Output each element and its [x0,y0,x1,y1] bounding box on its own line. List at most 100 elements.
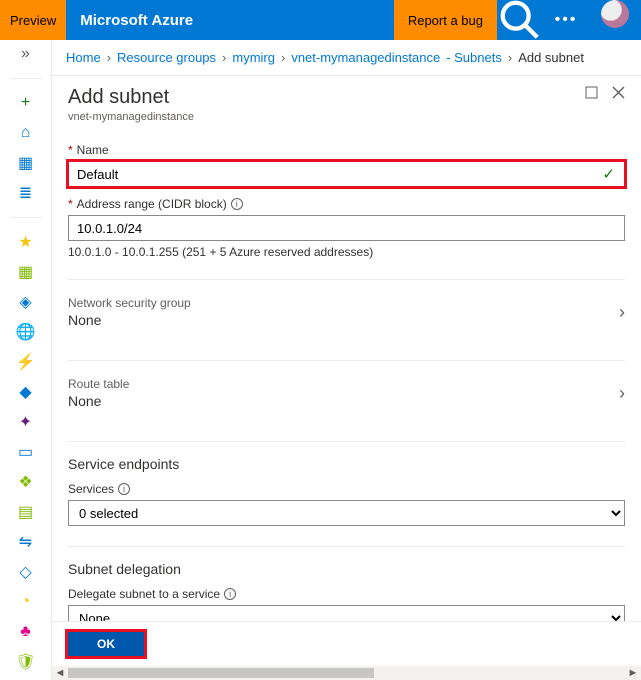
scroll-track[interactable] [68,666,625,680]
sql-icon: ◆ [19,382,31,402]
monitor-icon: ◔ [21,593,31,611]
cidr-hint: 10.0.1.0 - 10.0.1.255 (251 + 5 Azure res… [68,245,625,259]
collapse-button[interactable]: » [14,44,38,64]
crumb-subnets[interactable]: - Subnets [446,50,502,65]
aad-button[interactable]: ◇ [14,562,38,582]
crumb-rg[interactable]: mymirg [232,50,275,65]
subnet-delegation-header: Subnet delegation [68,561,625,577]
report-bug-button[interactable]: Report a bug [394,0,497,40]
dashboard-button[interactable]: ▦ [14,153,38,173]
route-table-label: Route table [68,377,129,391]
collapse-icon: » [21,45,30,63]
list-button[interactable]: ≣ [14,183,38,203]
scroll-left-icon[interactable]: ◄ [52,667,68,679]
horizontal-scrollbar[interactable]: ◄ ► [52,666,641,680]
chevron-right-icon: › [281,50,285,65]
ellipsis-icon: ••• [555,11,578,29]
divider [68,546,625,547]
bolt-icon: ⚡ [16,352,36,372]
blade-header: Add subnet vnet-mymanagedinstance [68,82,625,133]
search-icon [497,0,543,43]
more-button[interactable]: ••• [543,0,589,40]
delegate-label: Delegate subnet to a service i [68,587,625,601]
breadcrumb: Home › Resource groups › mymirg › vnet-m… [52,40,641,76]
name-input[interactable] [68,161,625,187]
list-icon: ≣ [19,183,32,203]
divider [68,441,625,442]
sql-button[interactable]: ◆ [14,382,38,402]
plus-icon: + [21,94,30,112]
network-button[interactable]: ⇋ [14,532,38,552]
advisor-button[interactable]: ♣ [14,622,38,642]
avatar[interactable] [601,0,629,28]
monitor-button[interactable]: ◔ [14,592,38,612]
brand-label[interactable]: Microsoft Azure [66,0,207,40]
close-button[interactable] [612,86,625,103]
chevron-right-icon: › [619,302,625,323]
route-table-picker[interactable]: Route table None › [68,367,625,421]
page-subtitle: vnet-mymanagedinstance [68,111,194,123]
apps-icon: ▦ [18,262,33,282]
left-rail: » + ⌂ ▦ ≣ ★ ▦ ◈ 🌐 ⚡ ◆ ✦ ▭ ❖ ▤ ⇋ ◇ ◔ ♣ 🛡 [0,40,52,680]
close-icon [612,86,625,99]
lb-icon: ❖ [18,472,32,492]
divider [68,279,625,280]
info-icon[interactable]: i [231,198,243,210]
info-icon[interactable]: i [118,483,130,495]
crumb-current: Add subnet [518,50,584,65]
blade-footer: OK [52,621,641,666]
security-icon: 🛡 [15,652,35,672]
vm-icon: ▭ [18,442,33,462]
route-table-value: None [68,393,129,409]
services-select[interactable]: 0 selected [68,500,625,526]
aad-icon: ◇ [19,562,31,582]
star-icon: ★ [18,232,32,252]
valid-check-icon: ✓ [602,165,615,183]
home-button[interactable]: ⌂ [14,123,38,143]
storage-icon: ▤ [18,502,33,522]
page-title: Add subnet [68,86,194,109]
services-label: Services i [68,482,625,496]
chevron-right-icon: › [619,383,625,404]
chevron-right-icon: › [508,50,512,65]
crumb-resource-groups[interactable]: Resource groups [117,50,216,65]
service-endpoints-header: Service endpoints [68,456,625,472]
plus-button[interactable]: + [14,93,38,113]
scroll-thumb[interactable] [68,668,374,678]
chevron-right-icon: › [107,50,111,65]
cube-icon: ◈ [19,292,31,312]
security-button[interactable]: 🛡 [14,652,38,672]
nsg-picker[interactable]: Network security group None › [68,286,625,340]
globe-icon: 🌐 [16,322,36,342]
advisor-icon: ♣ [20,623,31,641]
dashboard-icon: ▦ [18,153,33,173]
info-icon[interactable]: i [224,588,236,600]
apps-button[interactable]: ▦ [14,262,38,282]
crumb-vnet[interactable]: vnet-mymanagedinstance [291,50,440,65]
scroll-right-icon[interactable]: ► [625,667,641,679]
search-button[interactable] [497,0,543,40]
preview-badge: Preview [0,0,66,40]
divider [68,360,625,361]
globe-button[interactable]: 🌐 [14,322,38,342]
home-icon: ⌂ [21,124,31,142]
cosmos-button[interactable]: ✦ [14,412,38,432]
star-button[interactable]: ★ [14,232,38,252]
chevron-right-icon: › [222,50,226,65]
name-label: *Name [68,143,625,157]
restore-icon [585,86,598,99]
ok-button[interactable]: OK [68,632,144,656]
nsg-label: Network security group [68,296,191,310]
storage-button[interactable]: ▤ [14,502,38,522]
vm-button[interactable]: ▭ [14,442,38,462]
crumb-home[interactable]: Home [66,50,101,65]
nsg-value: None [68,312,191,328]
lb-button[interactable]: ❖ [14,472,38,492]
cidr-label: *Address range (CIDR block) i [68,197,625,211]
restore-button[interactable] [585,86,598,103]
cube-button[interactable]: ◈ [14,292,38,312]
network-icon: ⇋ [19,532,32,552]
blade: Add subnet vnet-mymanagedinstance *Name … [52,76,641,666]
bolt-button[interactable]: ⚡ [14,352,38,372]
cidr-input[interactable] [68,215,625,241]
